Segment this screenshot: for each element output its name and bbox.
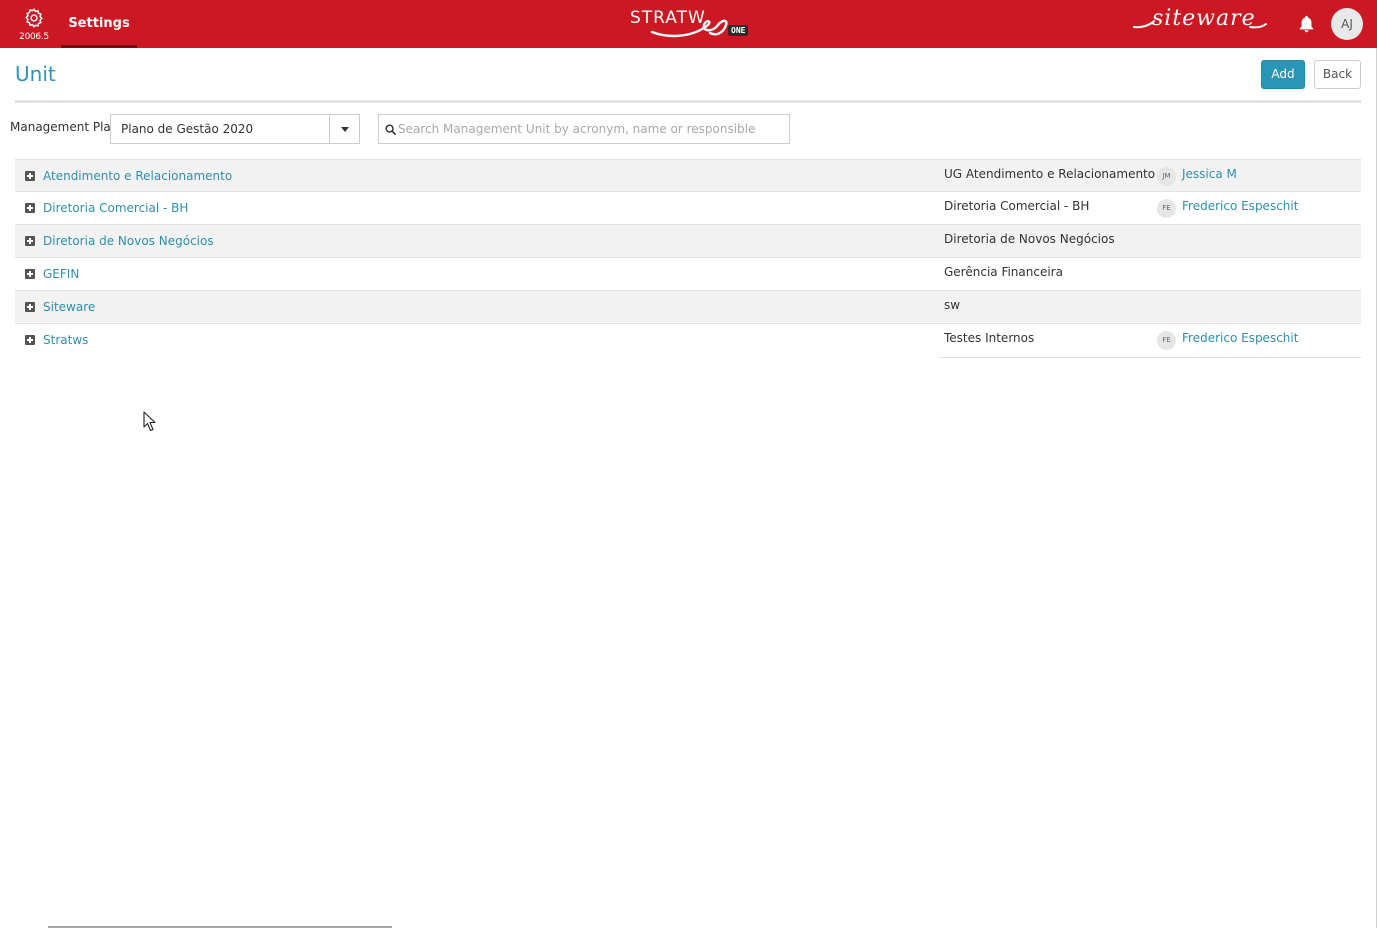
unit-name-link[interactable]: Diretoria de Novos Negócios — [43, 225, 214, 258]
user-avatar[interactable]: AJ — [1331, 8, 1363, 40]
responsible-avatar: JM — [1157, 167, 1176, 186]
notification-bell-icon[interactable] — [1298, 14, 1315, 33]
unit-search[interactable] — [378, 114, 790, 144]
add-button[interactable]: Add — [1261, 60, 1305, 89]
unit-name-link[interactable]: Siteware — [43, 291, 95, 324]
expand-plus-icon[interactable] — [25, 203, 35, 213]
app-version: 2006.5 — [19, 32, 49, 42]
expand-plus-icon[interactable] — [25, 236, 35, 246]
unit-name-link[interactable]: GEFIN — [43, 258, 79, 291]
unit-description: sw — [944, 298, 961, 312]
management-plan-label: Management Plan — [10, 120, 119, 134]
chevron-down-icon[interactable] — [329, 115, 359, 143]
responsible-avatar: FE — [1157, 331, 1176, 350]
top-bar: 2006.5 Settings STRATW ONE siteware AJ — [0, 0, 1377, 48]
settings-menu[interactable]: 2006.5 — [0, 0, 68, 48]
svg-text:siteware: siteware — [1152, 6, 1256, 31]
siteware-logo: siteware — [1132, 6, 1268, 38]
responsible-link[interactable]: Frederico Espeschit — [1182, 324, 1298, 353]
list-item: GEFIN Gerência Financeira — [15, 258, 1361, 291]
list-item: Diretoria de Novos Negócios Diretoria de… — [15, 225, 1361, 258]
list-bottom-divider — [939, 357, 1361, 358]
list-item: Atendimento e Relacionamento UG Atendime… — [15, 159, 1361, 192]
mouse-cursor-icon — [143, 411, 156, 432]
management-plan-value: Plano de Gestão 2020 — [121, 122, 254, 136]
expand-plus-icon[interactable] — [25, 335, 35, 345]
responsible-link[interactable]: Frederico Espeschit — [1182, 192, 1298, 221]
unit-description: UG Atendimento e Relacionamento — [944, 167, 1156, 181]
gear-icon — [25, 8, 43, 28]
unit-description: Gerência Financeira — [944, 265, 1063, 279]
unit-name-link[interactable]: Stratws — [43, 324, 88, 357]
settings-tab[interactable]: Settings — [61, 0, 137, 48]
management-plan-select[interactable]: Plano de Gestão 2020 — [110, 114, 360, 144]
unit-name-link[interactable]: Atendimento e Relacionamento — [43, 160, 232, 193]
responsible-avatar: FE — [1157, 199, 1176, 218]
page-title: Unit — [15, 62, 56, 86]
unit-description: Testes Internos — [944, 331, 1035, 345]
unit-description: Diretoria Comercial - BH — [944, 199, 1090, 213]
list-item: Siteware sw — [15, 291, 1361, 324]
list-item: Diretoria Comercial - BH Diretoria Comer… — [15, 192, 1361, 225]
unit-name-link[interactable]: Diretoria Comercial - BH — [43, 192, 188, 225]
expand-plus-icon[interactable] — [25, 302, 35, 312]
stratws-logo: STRATW ONE — [628, 7, 754, 39]
header-divider — [15, 100, 1361, 103]
siteware-wordmark: siteware — [1133, 6, 1267, 31]
logo-badge: ONE — [728, 25, 749, 36]
responsible-link[interactable]: Jessica M — [1182, 160, 1237, 189]
unit-list: Atendimento e Relacionamento UG Atendime… — [15, 159, 1361, 357]
logo-swirl-icon — [650, 19, 728, 38]
search-input[interactable] — [398, 117, 783, 141]
list-item: Stratws Testes Internos FE Frederico Esp… — [15, 324, 1361, 357]
expand-plus-icon[interactable] — [25, 171, 35, 181]
back-button[interactable]: Back — [1314, 60, 1361, 89]
search-icon — [385, 124, 396, 135]
expand-plus-icon[interactable] — [25, 269, 35, 279]
unit-description: Diretoria de Novos Negócios — [944, 232, 1115, 246]
